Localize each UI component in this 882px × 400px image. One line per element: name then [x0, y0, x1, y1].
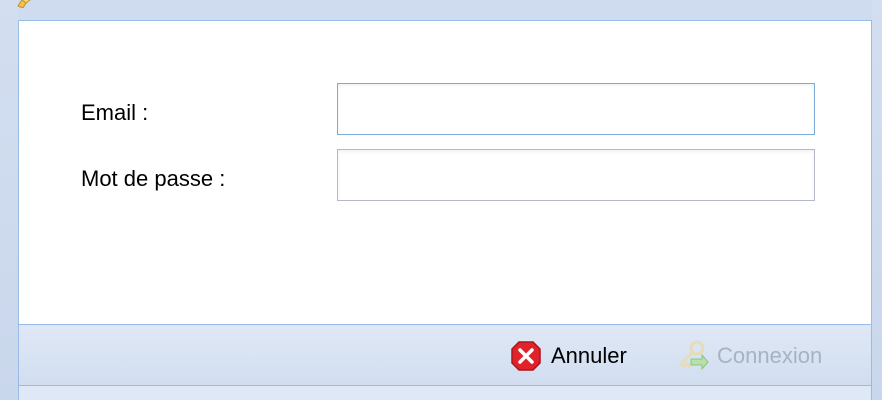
window-frame-right [872, 0, 882, 400]
dialog-footer: Annuler Connexion [18, 324, 872, 386]
window-bottom-edge [18, 386, 872, 400]
keys-arrow-icon [679, 340, 709, 371]
password-label: Mot de passe : [81, 166, 226, 191]
error-x-icon [511, 341, 541, 371]
form-panel: Email : Mot de passe : [18, 20, 872, 324]
login-button[interactable]: Connexion [675, 339, 822, 373]
window-frame-left [0, 0, 18, 400]
password-field[interactable] [337, 149, 815, 201]
password-input[interactable] [338, 150, 814, 200]
email-input[interactable] [338, 84, 814, 134]
login-window: Email : Mot de passe : Annuler Connexion [0, 0, 882, 400]
email-field[interactable] [337, 83, 815, 135]
cancel-label: Annuler [551, 343, 627, 368]
email-label: Email : [81, 100, 149, 125]
login-label: Connexion [717, 343, 823, 368]
cancel-button[interactable]: Annuler [509, 339, 627, 373]
pencil-icon [17, 0, 31, 8]
